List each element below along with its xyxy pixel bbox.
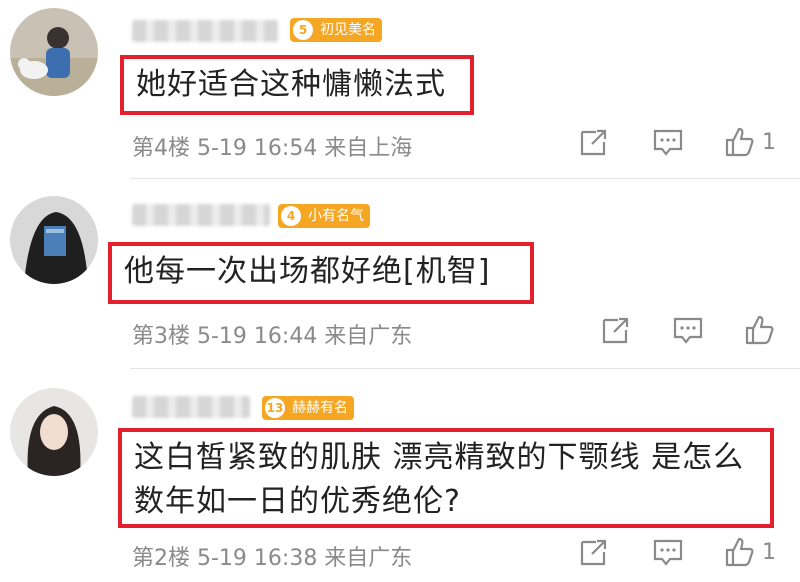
comment-item: 13 赫赫有名 这白皙紧致的肌肤 漂亮精致的下颚线 是怎么 数年如一日的优秀绝伦… — [0, 370, 800, 582]
comment-icon — [653, 539, 683, 566]
user-level-badge: 4 小有名气 — [278, 204, 370, 228]
like-button[interactable] — [744, 314, 782, 346]
comment-item: 4 小有名气 他每一次出场都好绝[机智] 第3楼 5-19 16:44 来自广东 — [0, 180, 800, 370]
comment-meta: 第4楼 5-19 16:54 来自上海 — [132, 136, 413, 161]
avatar[interactable] — [10, 388, 98, 476]
like-button[interactable]: 1 — [724, 126, 776, 158]
share-button[interactable] — [578, 126, 610, 158]
avatar-image — [10, 388, 98, 476]
thumbs-up-icon — [725, 127, 754, 157]
like-button[interactable]: 1 — [724, 536, 776, 568]
username-blurred[interactable] — [132, 396, 250, 418]
comment-icon — [673, 317, 703, 344]
comment-text-line: 数年如一日的优秀绝伦? — [134, 484, 461, 519]
share-button[interactable] — [578, 536, 610, 568]
comment-text-highlighted: 他每一次出场都好绝[机智] — [108, 242, 534, 304]
comment-text-highlighted: 她好适合这种慵懒法式 — [120, 55, 474, 115]
comment-button[interactable] — [652, 126, 684, 158]
username-blurred[interactable] — [132, 204, 270, 226]
share-icon — [602, 317, 629, 344]
level-number: 13 — [265, 398, 285, 418]
badge-label: 小有名气 — [308, 208, 364, 224]
username-blurred[interactable] — [132, 20, 278, 42]
like-count: 1 — [762, 539, 776, 565]
thumbs-up-icon — [725, 537, 754, 567]
comment-text-line: 这白皙紧致的肌肤 漂亮精致的下颚线 是怎么 — [134, 440, 745, 475]
level-number: 5 — [293, 20, 313, 40]
avatar[interactable] — [10, 196, 98, 284]
comment-text-highlighted: 这白皙紧致的肌肤 漂亮精致的下颚线 是怎么 数年如一日的优秀绝伦? — [118, 428, 774, 528]
user-level-badge: 5 初见美名 — [290, 18, 382, 42]
level-number: 4 — [281, 206, 301, 226]
share-button[interactable] — [600, 314, 632, 346]
comment-meta: 第2楼 5-19 16:38 来自广东 — [132, 546, 413, 571]
user-level-badge: 13 赫赫有名 — [262, 396, 354, 420]
avatar-image — [10, 196, 98, 284]
comment-meta: 第3楼 5-19 16:44 来自广东 — [132, 324, 413, 349]
share-icon — [580, 129, 607, 156]
comment-text-line: 他每一次出场都好绝[机智] — [124, 254, 491, 289]
comment-button[interactable] — [672, 314, 704, 346]
badge-label: 赫赫有名 — [292, 400, 348, 416]
comment-icon — [653, 129, 683, 156]
like-count: 1 — [762, 129, 776, 155]
share-icon — [580, 539, 607, 566]
thumbs-up-icon — [745, 315, 774, 345]
avatar-image — [10, 8, 98, 96]
avatar[interactable] — [10, 8, 98, 96]
badge-label: 初见美名 — [320, 22, 376, 38]
divider — [130, 368, 800, 369]
divider — [130, 178, 800, 179]
comment-button[interactable] — [652, 536, 684, 568]
comment-item: 5 初见美名 她好适合这种慵懒法式 第4楼 5-19 16:54 来自上海 1 — [0, 0, 800, 178]
comment-text-line: 她好适合这种慵懒法式 — [136, 67, 446, 102]
